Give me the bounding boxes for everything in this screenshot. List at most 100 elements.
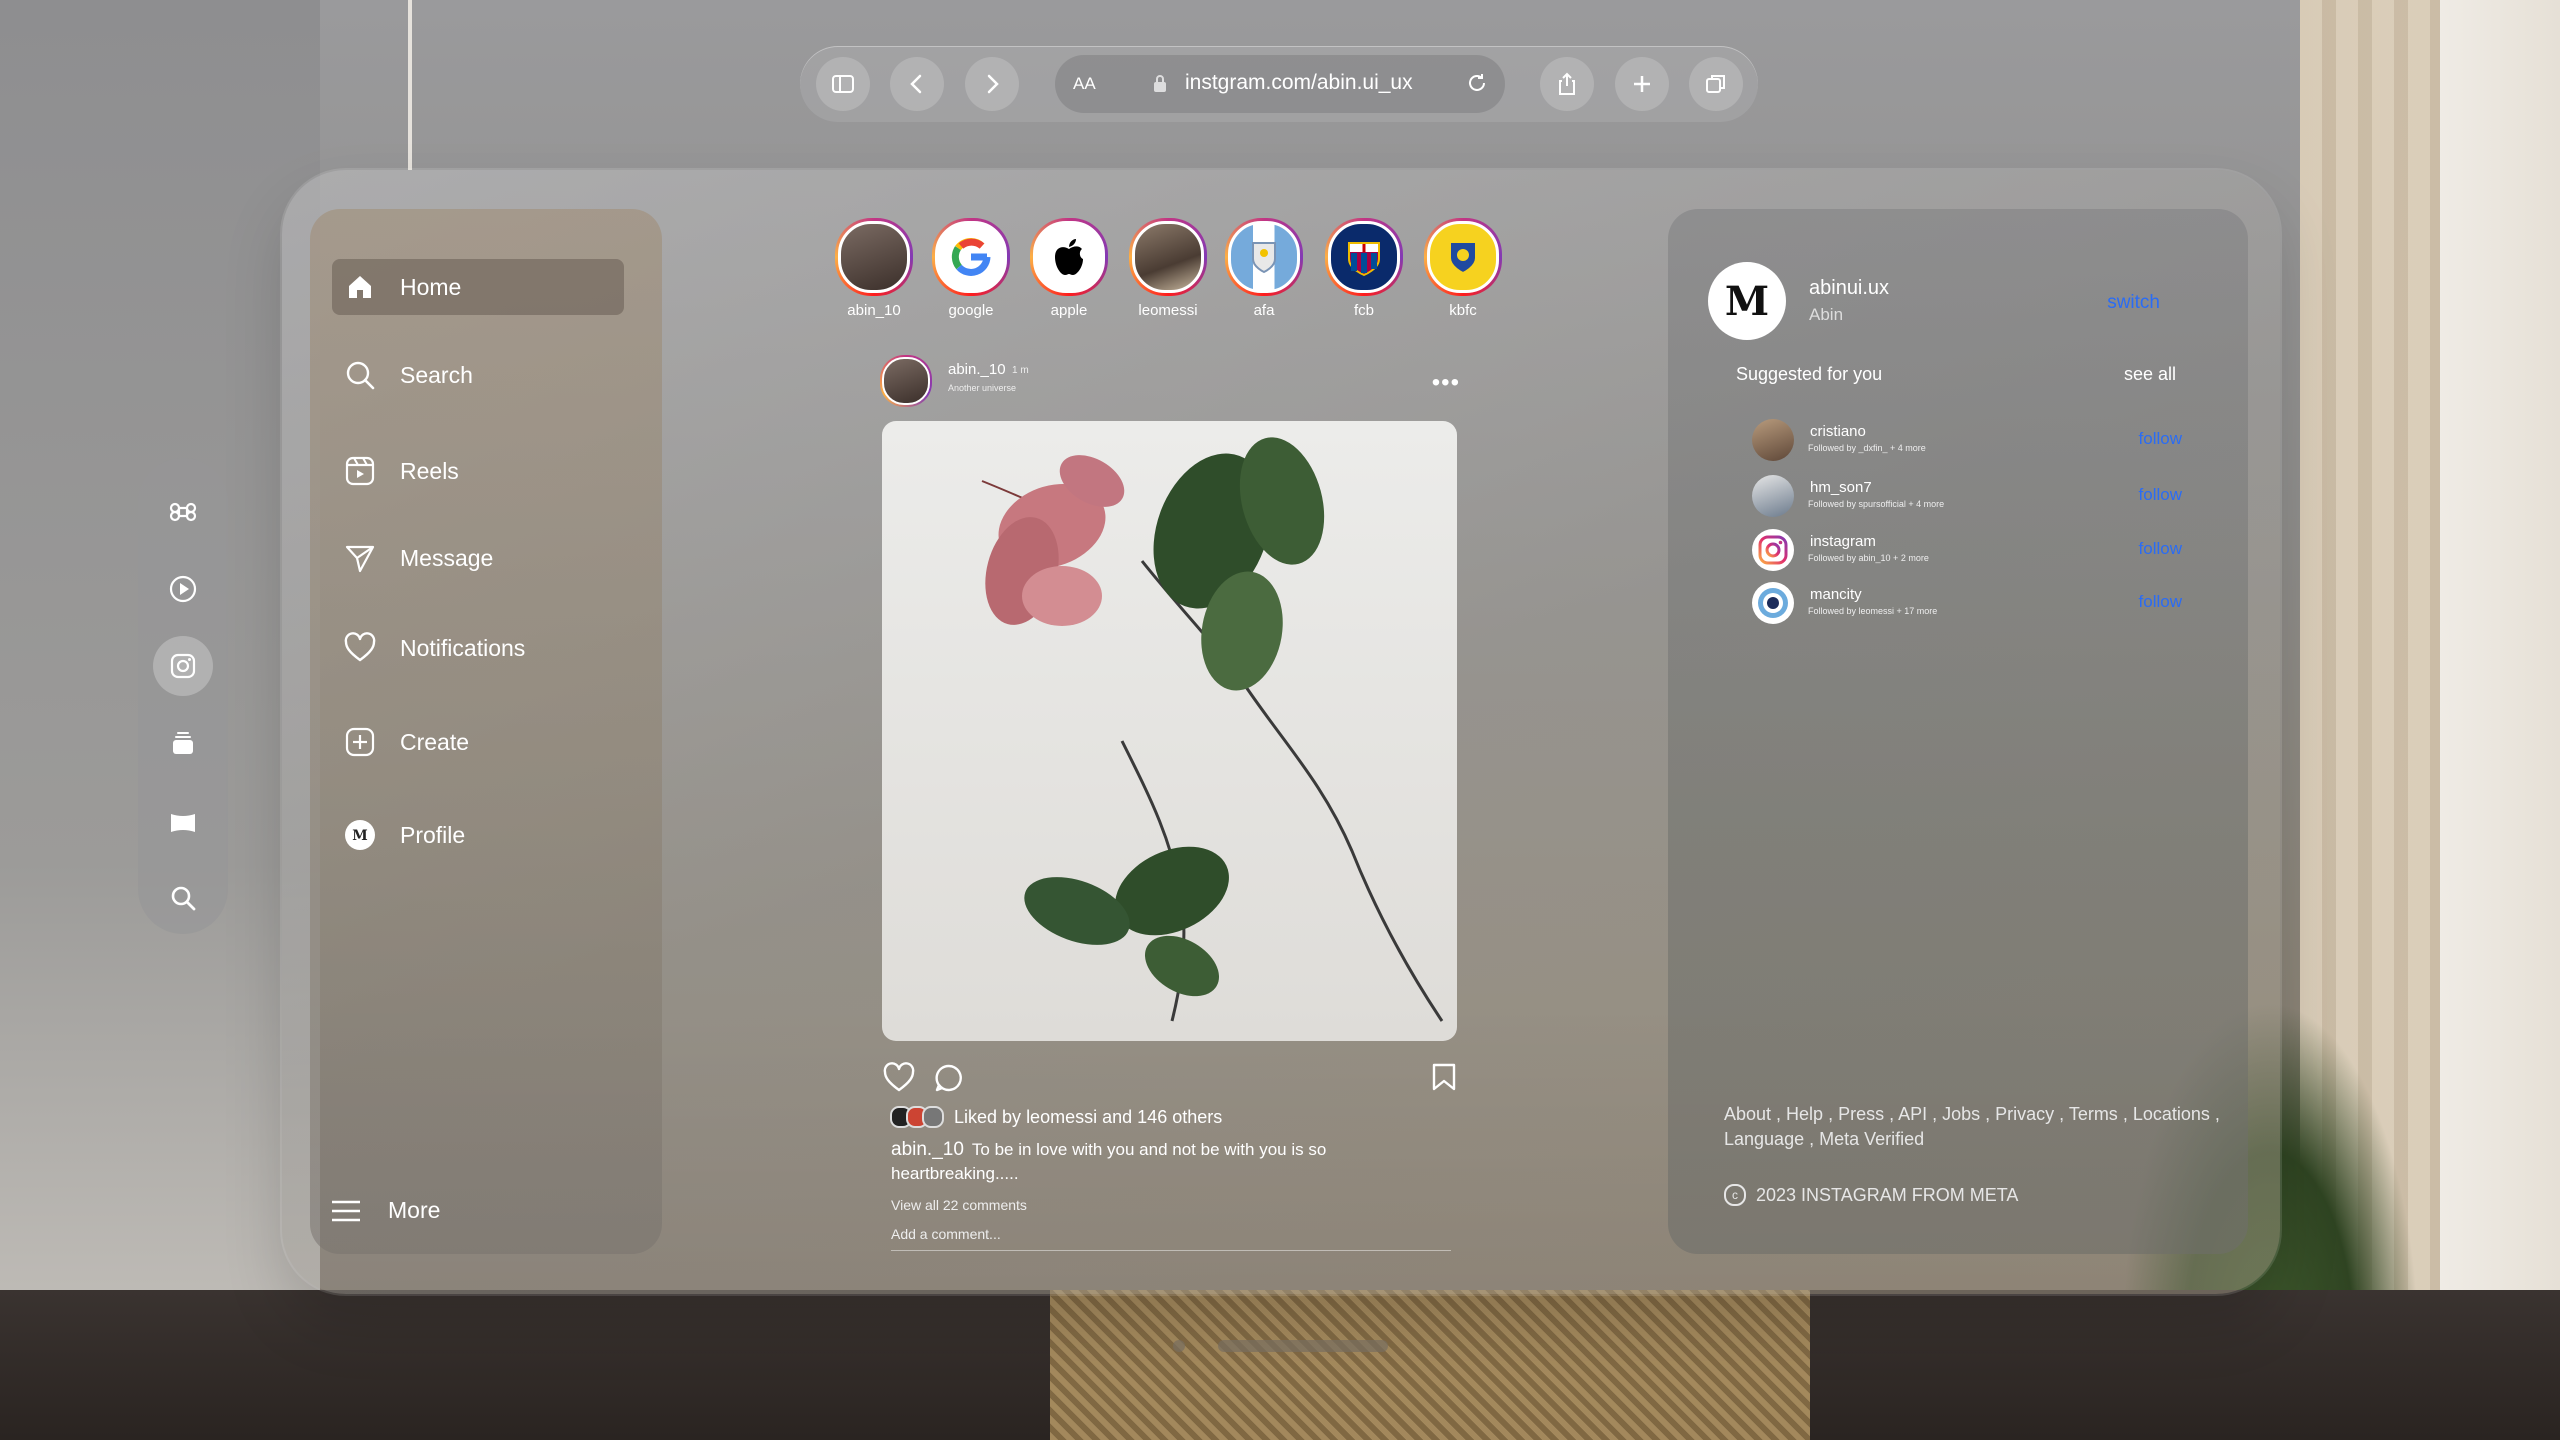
reload-icon[interactable] — [1465, 71, 1489, 95]
dock-stack[interactable] — [153, 714, 213, 774]
current-name: Abin — [1809, 305, 1844, 324]
chevron-left-icon — [910, 74, 922, 94]
mancity-logo-icon[interactable] — [1752, 582, 1794, 624]
suggestion-name[interactable]: mancity — [1810, 586, 1862, 603]
see-all-link[interactable]: see all — [2124, 364, 2176, 385]
switch-account-link[interactable]: switch — [2107, 292, 2160, 314]
dock-instagram[interactable] — [153, 636, 213, 696]
like-heart-icon[interactable] — [882, 1062, 916, 1094]
suggestion-followed-by: Followed by spursofficial + 4 more — [1808, 499, 1945, 509]
follow-button[interactable]: follow — [2139, 429, 2182, 449]
post-caption: abin._10 To be in love with you and not b… — [891, 1138, 1331, 1186]
suggestion-avatar[interactable] — [1752, 419, 1794, 461]
post-header: abin._10 1 m Another universe ••• — [880, 355, 1460, 407]
story-ring — [1225, 218, 1303, 296]
profile-avatar-icon: M — [342, 817, 378, 853]
suggestion-followed-by: Followed by _dxfin_ + 4 more — [1808, 443, 1926, 453]
sidebar-toggle-button[interactable] — [816, 57, 870, 111]
sidebar-item-label: Profile — [400, 821, 466, 848]
story-item[interactable]: google — [931, 218, 1011, 319]
copyright: c 2023 INSTAGRAM FROM META — [1724, 1184, 2018, 1206]
add-comment-input[interactable]: Add a comment... — [891, 1226, 1451, 1251]
story-item[interactable]: leomessi — [1128, 218, 1208, 319]
window-close-dot[interactable] — [1173, 1340, 1185, 1352]
liked-by-prefix: Liked by — [954, 1106, 1022, 1127]
story-item[interactable]: fcb — [1324, 218, 1404, 319]
sidebar-item-message[interactable]: Message — [332, 530, 624, 586]
dock-search[interactable] — [153, 868, 213, 928]
share-button[interactable] — [1540, 57, 1594, 111]
new-tab-button[interactable] — [1615, 57, 1669, 111]
fcb-logo-icon — [1328, 221, 1400, 293]
sidebar-item-label: Notifications — [400, 634, 526, 661]
sidebar-item-search[interactable]: Search — [332, 347, 624, 403]
more-options-icon[interactable]: ••• — [1432, 369, 1460, 397]
sidebar-item-label: Message — [400, 544, 494, 571]
story-ring — [932, 218, 1010, 296]
play-icon — [169, 575, 197, 603]
post-author-avatar[interactable] — [880, 355, 932, 407]
address-bar[interactable]: AA instgram.com/abin.ui_ux — [1055, 55, 1505, 113]
plus-icon — [1634, 76, 1650, 92]
forward-button[interactable] — [965, 57, 1019, 111]
liked-by-user[interactable]: leomessi — [1026, 1107, 1097, 1128]
sidebar: Home Search Reels Message Notifications … — [310, 209, 662, 1254]
heart-icon — [342, 630, 378, 666]
command-icon — [169, 502, 197, 522]
story-item[interactable]: apple — [1029, 218, 1109, 319]
sidebar-item-create[interactable]: Create — [332, 714, 624, 770]
home-icon — [342, 269, 378, 305]
view-comments-link[interactable]: View all 22 comments — [891, 1197, 1027, 1213]
follow-button[interactable]: follow — [2139, 485, 2182, 505]
story-name: afa — [1253, 302, 1275, 319]
story-ring — [1030, 218, 1108, 296]
post-username[interactable]: abin._10 — [948, 361, 1006, 378]
sidebar-item-profile[interactable]: M Profile — [332, 807, 624, 863]
back-button[interactable] — [890, 57, 944, 111]
follow-button[interactable]: follow — [2139, 592, 2182, 612]
comment-icon[interactable] — [934, 1063, 964, 1093]
current-user-avatar[interactable]: M — [1708, 262, 1786, 340]
post-time: 1 m — [1012, 365, 1029, 376]
story-name: fcb — [1353, 302, 1374, 319]
tabs-icon — [1706, 75, 1725, 93]
background-cabinet — [1050, 1290, 1810, 1440]
sidebar-item-home[interactable]: Home — [332, 259, 624, 315]
sidebar-item-notifications[interactable]: Notifications — [332, 620, 624, 676]
footer-links[interactable]: About , Help , Press , API , Jobs , Priv… — [1724, 1102, 2234, 1152]
tabs-overview-button[interactable] — [1689, 57, 1743, 111]
story-name: leomessi — [1138, 302, 1198, 319]
post-image[interactable] — [882, 421, 1457, 1041]
sidebar-item-reels[interactable]: Reels — [332, 443, 624, 499]
window-grabber[interactable] — [1218, 1340, 1388, 1352]
bookmark-icon[interactable] — [1431, 1062, 1457, 1092]
story-ring — [1129, 218, 1207, 296]
hamburger-icon — [332, 1200, 360, 1221]
story-item[interactable]: abin_10 — [834, 218, 914, 319]
more-button[interactable]: More — [330, 1197, 440, 1224]
suggestion-row: hm_son7 Followed by spursofficial + 4 mo… — [1752, 475, 2182, 519]
follow-button[interactable]: follow — [2139, 539, 2182, 559]
text-size-button[interactable]: AA — [1073, 74, 1096, 94]
story-item[interactable]: afa — [1224, 218, 1304, 319]
suggestion-name[interactable]: hm_son7 — [1810, 479, 1872, 496]
likes-summary: Liked by leomessi and 146 others — [890, 1106, 1222, 1128]
liked-by-others[interactable]: 146 others — [1137, 1107, 1222, 1128]
caption-username[interactable]: abin._10 — [891, 1139, 964, 1160]
chevron-right-icon — [987, 74, 999, 94]
background-lamp-cord — [408, 0, 412, 170]
stack-icon — [173, 732, 193, 754]
current-username[interactable]: abinui.ux — [1809, 277, 1889, 300]
story-item[interactable]: kbfc — [1423, 218, 1503, 319]
suggestion-name[interactable]: instagram — [1810, 533, 1876, 550]
dock-map[interactable] — [153, 792, 213, 852]
reels-icon — [342, 453, 378, 489]
suggestion-avatar[interactable] — [1752, 475, 1794, 517]
dock-command[interactable] — [153, 482, 213, 542]
story-avatar — [838, 221, 910, 293]
instagram-logo-icon[interactable] — [1752, 529, 1794, 571]
hibiscus-illustration — [981, 437, 1444, 1022]
app-dock — [138, 458, 228, 934]
suggestion-name[interactable]: cristiano — [1810, 423, 1866, 440]
dock-play[interactable] — [153, 559, 213, 619]
